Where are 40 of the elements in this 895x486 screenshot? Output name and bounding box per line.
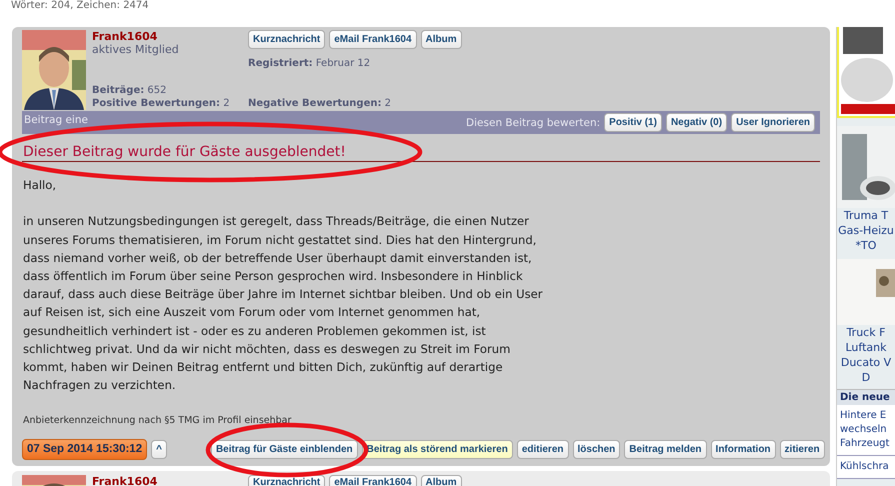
scroll-up-button[interactable]: ^ bbox=[151, 440, 167, 460]
word-count-text: Wörter: 204, Zeichen: 2474 bbox=[10, 0, 150, 12]
profile-button[interactable]: Kurznachricht bbox=[248, 30, 326, 49]
body-text: in unseren Nutzungsbedingungen ist geregelt, dass Threads/Beiträge, die einen Nutzer unseres Forums thematisieren, im Forum nicht gestattet sind. Dies hat den Hintergrund, dass niemand vorher weiß, ob der betreffende User überhaupt damit einverstanden ist, dass öffentlich im Forum über seine Person gesprochen wird. Insbesondere in Hinblick darauf, dass auch diese Beiträge über Jahre im Internet sichtbar bleiben. Und ob ein User auf Reisen ist, sich eine Auszeit vom Forum oder vom Internet genommen hat, gesundheitlich verhindert ist - oder es zu anderen Problemen gekommen ist, ist schlichtweg privat. Und da wir nicht möchten, dass es deswegen zu Streit im Forum kommt, haben wir Deinen Beitrag entfernt und bitten Dich, zukünftig auf derartige Nachfragen zu verzichten. bbox=[22, 213, 544, 394]
profile-button[interactable]: Album bbox=[420, 475, 462, 486]
post-date: 07 Sep 2014 15:30:12 bbox=[22, 439, 148, 460]
stat-text: Beiträge: 652 bbox=[92, 84, 168, 97]
action-button[interactable]: zitieren bbox=[780, 440, 825, 460]
hidden-notice: Dieser Beitrag wurde für Gäste ausgeblendet! bbox=[22, 134, 820, 162]
author-link[interactable]: Frank1604 bbox=[92, 475, 242, 486]
ad-link[interactable]: Luftank bbox=[846, 340, 886, 355]
user-rank: aktives Mitglied bbox=[92, 43, 180, 56]
ad-link[interactable]: *TO bbox=[856, 238, 876, 253]
action-button[interactable]: löschen bbox=[572, 440, 620, 460]
action-button[interactable]: Information bbox=[710, 440, 776, 460]
rating-button[interactable]: Positiv (1) bbox=[604, 113, 662, 132]
topic-link[interactable]: Kühlschra bbox=[837, 456, 895, 479]
signature-text: Anbieterkennzeichnung nach §5 TMG im Profil einsehbar bbox=[22, 415, 292, 428]
greeting-text: Hallo, bbox=[22, 177, 58, 194]
rating-button[interactable]: Negativ (0) bbox=[666, 113, 728, 132]
bar-text: Beitrag eine bbox=[24, 114, 88, 126]
action-button[interactable]: Beitrag melden bbox=[624, 440, 707, 460]
registered-text: Registriert: Februar 12 bbox=[248, 57, 372, 70]
ad-link[interactable]: Truck F bbox=[846, 325, 886, 340]
author-link[interactable]: Frank1604 bbox=[92, 30, 242, 43]
ad-link[interactable]: Truma T bbox=[844, 208, 888, 223]
stat-text: Negative Bewertungen: 2 bbox=[248, 97, 392, 110]
rate-label: Diesen Beitrag bewerten: bbox=[466, 116, 600, 128]
rating-button[interactable]: User Ignorieren bbox=[731, 113, 815, 132]
profile-button[interactable]: eMail Frank1604 bbox=[329, 30, 416, 49]
profile-button[interactable]: Album bbox=[420, 30, 462, 49]
topic-link[interactable]: Hintere E wechseln Fahrzeugt bbox=[837, 405, 895, 456]
sidebar-heading: Die neue bbox=[837, 389, 895, 405]
stat-text: Positive Bewertungen: 2 bbox=[92, 97, 231, 110]
profile-button[interactable]: eMail Frank1604 bbox=[329, 475, 416, 486]
action-button[interactable]: Beitrag für Gäste einblenden bbox=[210, 440, 358, 460]
ad-link[interactable]: D bbox=[862, 370, 870, 385]
ad-link[interactable]: Ducato V bbox=[840, 355, 892, 370]
action-button[interactable]: editieren bbox=[516, 440, 568, 460]
ad-link[interactable]: Gas-Heizu bbox=[838, 223, 894, 238]
